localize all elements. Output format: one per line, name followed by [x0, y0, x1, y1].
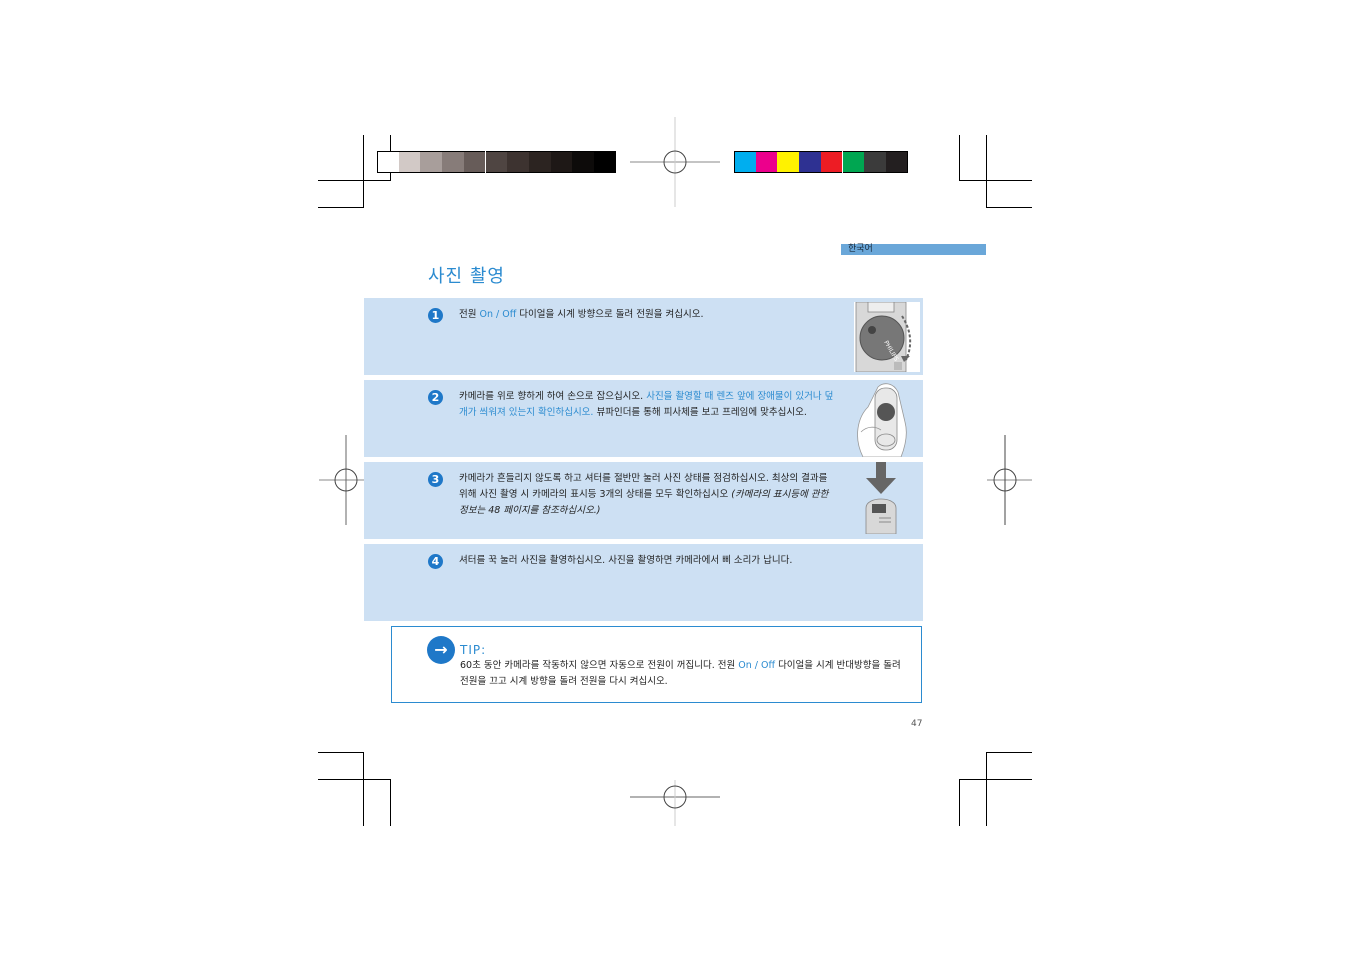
tip-text: 60초 동안 카메라를 작동하지 않으면 자동으로 전원이 꺼집니다. 전원 O…	[460, 658, 910, 690]
color-swatch	[442, 151, 464, 173]
tip-heading: TIP:	[460, 643, 487, 657]
color-swatch	[507, 151, 529, 173]
step-number-badge: 3	[428, 472, 443, 487]
color-swatch	[755, 151, 778, 173]
color-swatch	[420, 151, 443, 173]
arrow-right-icon: →	[427, 636, 455, 664]
registration-mark-top	[630, 117, 720, 207]
text-segment: 카메라를 위로 향하게 하여 손으로 잡으십시오.	[459, 391, 647, 402]
page-title: 사진 촬영	[428, 266, 505, 287]
text-segment: On / Off	[738, 660, 776, 671]
text-segment: 뷰파인더를 통해 피사체를 보고 프레임에 맞추십시오.	[593, 407, 807, 418]
text-segment: 다이얼을 시계 방향으로 돌려 전원을 켜십시오.	[516, 309, 704, 320]
page-number: 47	[911, 719, 923, 729]
color-swatch	[777, 151, 800, 173]
color-swatch	[572, 151, 594, 173]
hand-holding-camera-illustration	[857, 383, 907, 457]
step-text: 카메라가 흔들리지 않도록 하고 셔터를 절반만 눌러 사진 상태를 점검하십시…	[459, 471, 839, 519]
color-swatch	[377, 151, 399, 173]
color-swatch	[885, 151, 908, 173]
color-swatch	[594, 151, 616, 173]
camera-dial-illustration: PHILIPS	[854, 302, 920, 372]
color-swatch	[550, 151, 573, 173]
step-4: 4 셔터를 꾹 눌러 사진을 촬영하십시오. 사진을 촬영하면 카메라에서 삐 …	[364, 544, 923, 621]
step-text: 전원 On / Off 다이얼을 시계 방향으로 돌려 전원을 켜십시오.	[459, 307, 839, 323]
color-swatch	[485, 151, 508, 173]
text-segment: On / Off	[479, 309, 517, 320]
registration-mark-right	[987, 435, 1032, 525]
step-number-badge: 2	[428, 390, 443, 405]
registration-mark-bottom	[630, 780, 720, 826]
step-text: 카메라를 위로 향하게 하여 손으로 잡으십시오. 사진을 촬영할 때 렌즈 앞…	[459, 389, 839, 421]
language-tab: 한국어	[841, 244, 986, 255]
step-3: 3 카메라가 흔들리지 않도록 하고 셔터를 절반만 눌러 사진 상태를 점검하…	[364, 462, 923, 539]
text-segment: 셔터를 꾹 눌러 사진을 촬영하십시오. 사진을 촬영하면 카메라에서 삐 소리…	[459, 555, 793, 566]
color-swatch	[820, 151, 843, 173]
color-swatch	[463, 151, 486, 173]
step-1: 1 전원 On / Off 다이얼을 시계 방향으로 돌려 전원을 켜십시오. …	[364, 298, 923, 375]
color-swatch	[799, 151, 821, 173]
step-number-badge: 4	[428, 554, 443, 569]
color-swatch	[398, 151, 421, 173]
text-segment: 전원	[459, 309, 480, 320]
tip-box: → TIP: 60초 동안 카메라를 작동하지 않으면 자동으로 전원이 꺼집니…	[391, 626, 922, 703]
color-swatch	[734, 151, 756, 173]
color-swatch	[864, 151, 886, 173]
text-segment: 60초 동안 카메라를 작동하지 않으면 자동으로 전원이 꺼집니다. 전원	[460, 660, 739, 671]
color-swatch	[528, 151, 551, 173]
color-swatch	[842, 151, 865, 173]
press-shutter-illustration	[865, 462, 897, 534]
step-text: 셔터를 꾹 눌러 사진을 촬영하십시오. 사진을 촬영하면 카메라에서 삐 소리…	[459, 553, 839, 569]
step-number-badge: 1	[428, 308, 443, 323]
step-2: 2 카메라를 위로 향하게 하여 손으로 잡으십시오. 사진을 촬영할 때 렌즈…	[364, 380, 923, 457]
